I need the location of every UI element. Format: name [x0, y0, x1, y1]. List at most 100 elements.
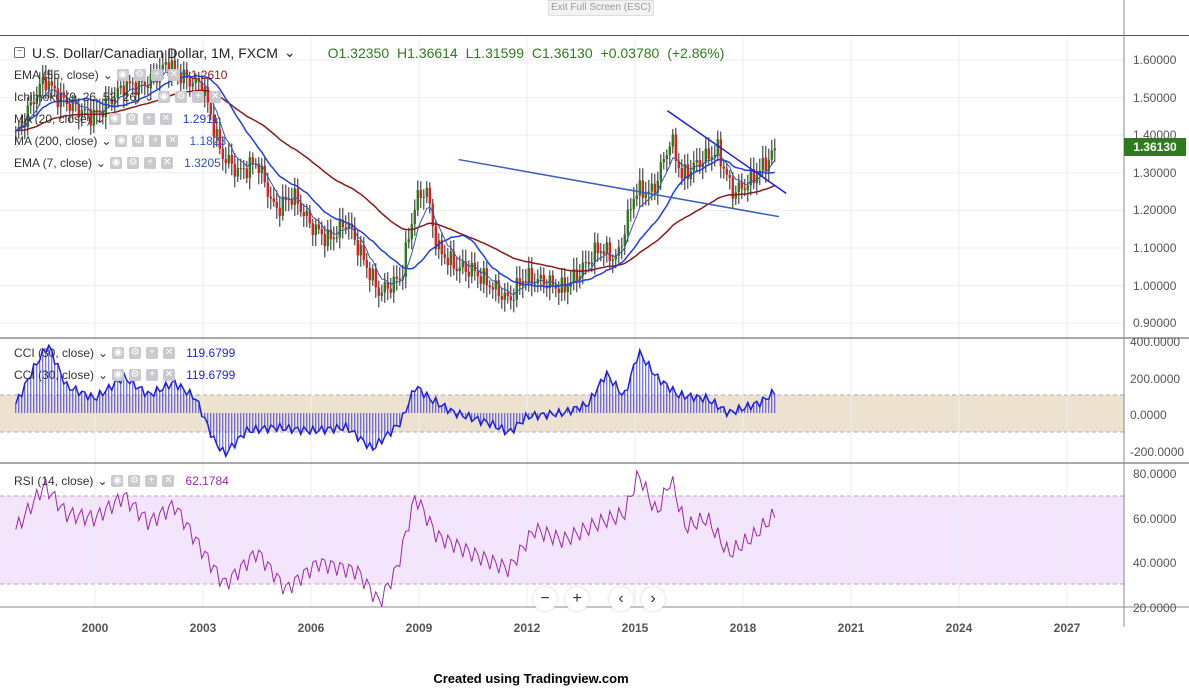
chevron-down-icon[interactable]: ⌄ — [98, 368, 108, 382]
symbol-title[interactable]: U.S. Dollar/Canadian Dollar, 1M, FXCM — [32, 45, 278, 61]
candle-body — [245, 168, 248, 179]
eye-icon[interactable]: ◉ — [116, 69, 129, 81]
candle-body — [638, 180, 641, 196]
indicator-label[interactable]: EMA (7, close) — [14, 156, 92, 170]
indicator-label[interactable]: MA (200, close) — [14, 134, 97, 148]
plus-icon[interactable]: + — [150, 69, 163, 81]
price-axis-label: 1.20000 — [1133, 203, 1177, 218]
chevron-down-icon[interactable]: ⌄ — [97, 474, 107, 488]
zoom-in-button[interactable]: + — [565, 587, 589, 611]
time-axis-label: 2015 — [621, 621, 649, 635]
indicator-label[interactable]: CCI (30, close) — [14, 368, 94, 382]
candle-body — [668, 146, 671, 156]
eye-icon[interactable]: ◉ — [112, 347, 125, 359]
close-icon[interactable]: ✕ — [162, 475, 175, 487]
scroll-left-button[interactable]: ‹ — [609, 587, 633, 611]
close-icon[interactable]: ✕ — [163, 347, 176, 359]
chevron-down-icon[interactable]: ⌄ — [284, 44, 296, 61]
candle-body — [398, 279, 401, 281]
indicator-legend[interactable]: MA (200, close) ⌄ ◉ ⚙ + ✕ 1.1823 — [14, 134, 226, 148]
candle-body — [770, 150, 773, 160]
candle-body — [281, 196, 284, 216]
eye-icon[interactable]: ◉ — [110, 157, 123, 169]
gear-icon[interactable]: ⚙ — [125, 113, 138, 125]
symbol-header: − U.S. Dollar/Canadian Dollar, 1M, FXCM ⌄… — [14, 44, 724, 61]
time-axis-label: 2000 — [81, 621, 109, 635]
plus-icon[interactable]: + — [192, 91, 205, 103]
candle-body — [593, 242, 596, 263]
indicator-label[interactable]: Ichimoku (9, 26, 52, 26) — [14, 90, 140, 104]
close-icon[interactable]: ✕ — [209, 91, 222, 103]
chevron-down-icon[interactable]: ⌄ — [101, 134, 111, 148]
eye-icon[interactable]: ◉ — [108, 113, 121, 125]
cci-axis-label: 0.0000 — [1130, 408, 1167, 422]
eye-icon[interactable]: ◉ — [158, 91, 171, 103]
indicator-label[interactable]: RSI (14, close) — [14, 474, 93, 488]
candle-body — [263, 165, 266, 183]
indicator-legend[interactable]: EMA (55, close) ⌄ ◉ ⚙ + ✕ 1.2610 — [14, 68, 227, 82]
collapse-icon[interactable]: − — [14, 47, 25, 58]
eye-icon[interactable]: ◉ — [112, 369, 125, 381]
candle-body — [455, 268, 458, 272]
candle-body — [587, 262, 590, 265]
plus-icon[interactable]: + — [142, 113, 155, 125]
candle-body — [509, 296, 512, 301]
candle-body — [695, 159, 698, 163]
candle-body — [479, 276, 482, 284]
candle-body — [551, 275, 554, 286]
rsi-axis-label: 40.0000 — [1133, 556, 1177, 570]
rsi-axis-label: 60.0000 — [1133, 511, 1177, 526]
indicator-label[interactable]: MA (20, close) — [14, 112, 91, 126]
indicator-legend[interactable]: MA (20, close) ⌄ ◉ ⚙ + ✕ 1.2911 — [14, 112, 219, 126]
indicator-legend[interactable]: EMA (7, close) ⌄ ◉ ⚙ + ✕ 1.3205 — [14, 156, 221, 170]
gear-icon[interactable]: ⚙ — [132, 135, 145, 147]
chevron-down-icon[interactable]: ⌄ — [98, 346, 108, 360]
chevron-down-icon[interactable]: ⌄ — [103, 68, 113, 82]
price-axis-label: 1.00000 — [1133, 278, 1177, 293]
eye-icon[interactable]: ◉ — [115, 135, 128, 147]
gear-icon[interactable]: ⚙ — [175, 91, 188, 103]
plus-icon[interactable]: + — [146, 347, 159, 359]
close-icon[interactable]: ✕ — [161, 157, 174, 169]
price-axis-label: 0.90000 — [1133, 316, 1177, 331]
candle-body — [602, 251, 605, 254]
plus-icon[interactable]: + — [145, 475, 158, 487]
candle-body — [374, 268, 377, 288]
candle-body — [119, 85, 122, 88]
indicator-legend[interactable]: CCI (30, close) ⌄ ◉ ⚙ + ✕ 119.6799 — [14, 368, 235, 382]
indicator-legend[interactable]: CCI (30, close) ⌄ ◉ ⚙ + ✕ 119.6799 — [14, 346, 235, 360]
close-icon[interactable]: ✕ — [166, 135, 179, 147]
gear-icon[interactable]: ⚙ — [133, 69, 146, 81]
chevron-down-icon[interactable]: ⌄ — [95, 112, 105, 126]
chevron-down-icon[interactable]: ⌄ — [96, 156, 106, 170]
plus-icon[interactable]: + — [146, 369, 159, 381]
price-axis-label: 1.50000 — [1133, 90, 1177, 105]
plus-icon[interactable]: + — [144, 157, 157, 169]
candle-body — [266, 182, 269, 197]
candle-body — [359, 244, 362, 256]
gear-icon[interactable]: ⚙ — [128, 475, 141, 487]
candle-body — [605, 242, 608, 254]
gear-icon[interactable]: ⚙ — [127, 157, 140, 169]
candle-body — [320, 229, 323, 235]
candle-body — [644, 193, 647, 198]
rsi-axis-label: 80.0000 — [1133, 467, 1177, 481]
gear-icon[interactable]: ⚙ — [129, 347, 142, 359]
close-icon[interactable]: ✕ — [159, 113, 172, 125]
eye-icon[interactable]: ◉ — [111, 475, 124, 487]
candle-body — [761, 157, 764, 171]
time-axis-label: 2024 — [945, 621, 973, 635]
zoom-out-button[interactable]: − — [533, 587, 557, 611]
close-icon[interactable]: ✕ — [163, 369, 176, 381]
close-icon[interactable]: ✕ — [167, 69, 180, 81]
indicator-label[interactable]: EMA (55, close) — [14, 68, 99, 82]
indicator-label[interactable]: CCI (30, close) — [14, 346, 94, 360]
gear-icon[interactable]: ⚙ — [129, 369, 142, 381]
chevron-down-icon[interactable]: ⌄ — [144, 90, 154, 104]
plus-icon[interactable]: + — [149, 135, 162, 147]
candle-body — [737, 182, 740, 193]
scroll-right-button[interactable]: › — [641, 587, 665, 611]
indicator-legend[interactable]: RSI (14, close) ⌄ ◉ ⚙ + ✕ 62.1784 — [14, 474, 229, 488]
candle-body — [557, 288, 560, 293]
indicator-legend[interactable]: Ichimoku (9, 26, 52, 26) ⌄ ◉ ⚙ + ✕ — [14, 90, 232, 104]
